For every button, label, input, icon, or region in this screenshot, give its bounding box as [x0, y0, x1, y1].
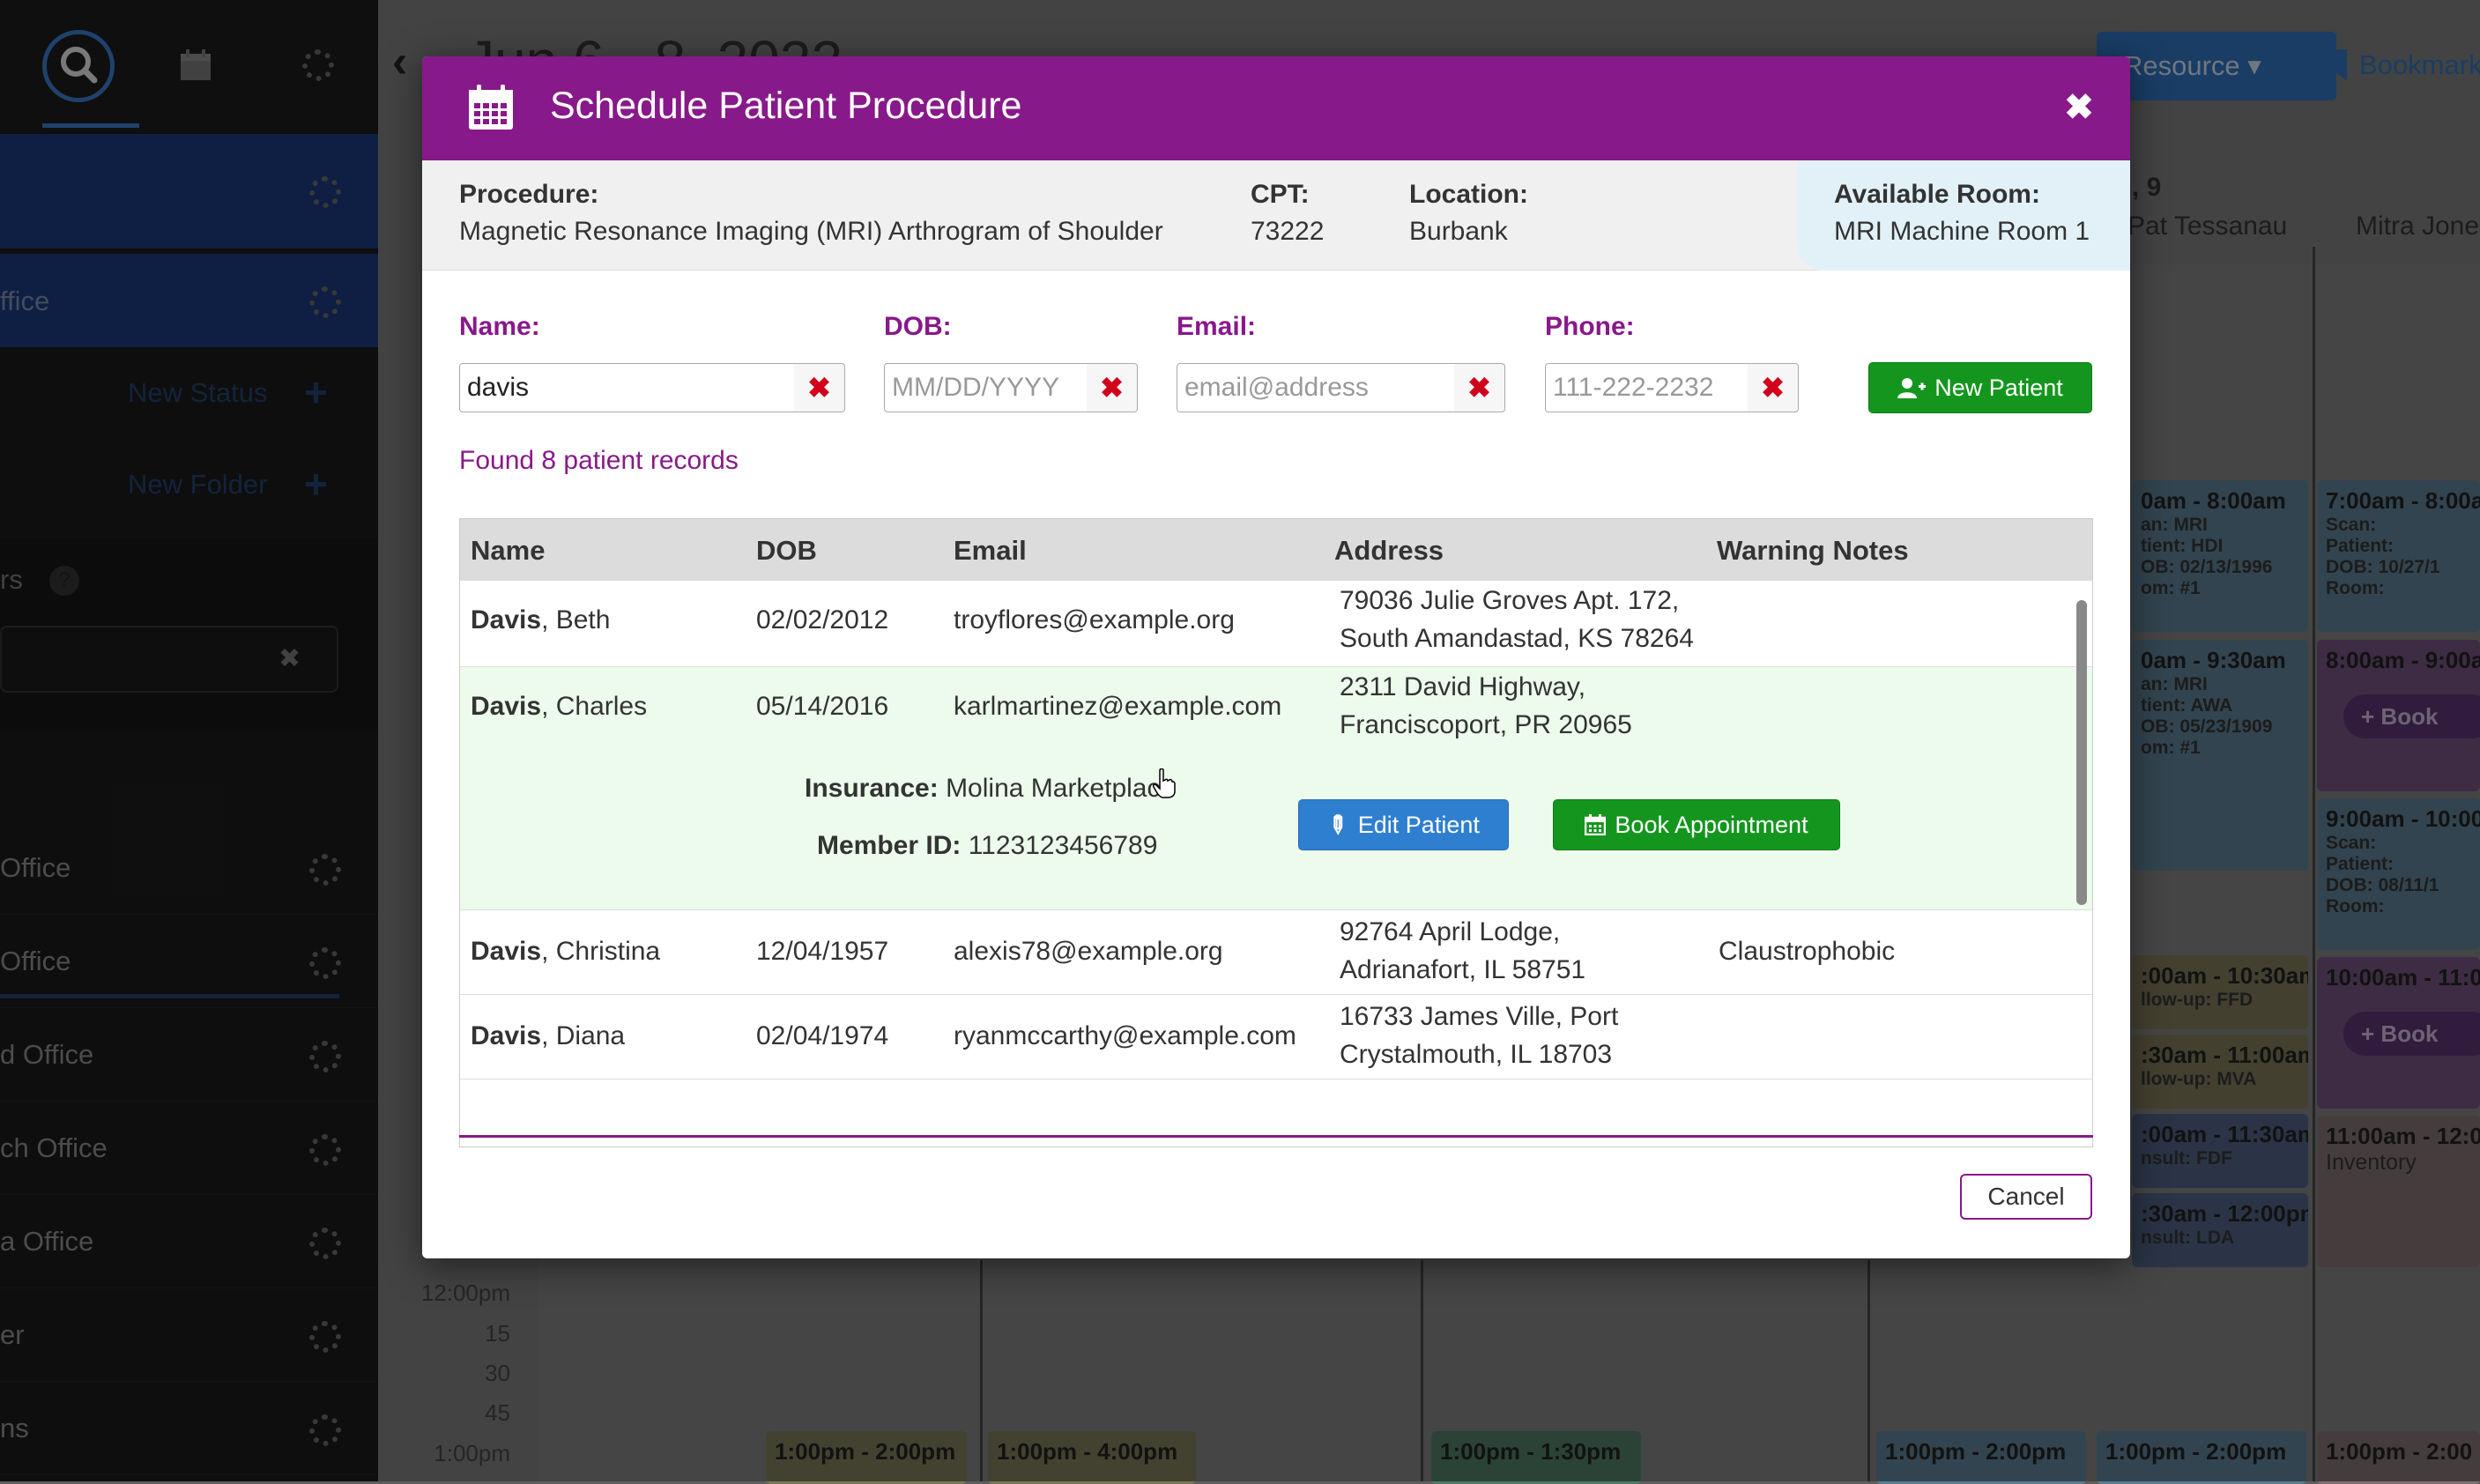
- modal-header: Schedule Patient Procedure ✖: [422, 56, 2130, 160]
- column-header-address: Address: [1334, 535, 1444, 566]
- patient-email: karlmartinez@example.com: [954, 692, 1282, 721]
- patient-name: Davis, Beth: [471, 605, 611, 634]
- table-row[interactable]: Davis, Beth 02/02/2012 troyflores@exampl…: [460, 581, 2092, 667]
- column-header-warning: Warning Notes: [1717, 535, 1909, 566]
- dob-input[interactable]: [884, 363, 1088, 412]
- location-label: Location:: [1409, 180, 1528, 209]
- patient-dob: 02/02/2012: [756, 605, 889, 634]
- patient-address-line2: South Amandastad, KS 78264: [1340, 624, 1694, 653]
- table-row[interactable]: Davis, Diana 02/04/1974 ryanmccarthy@exa…: [460, 995, 2092, 1080]
- patient-address-line2: Crystalmouth, IL 18703: [1340, 1040, 1613, 1069]
- edit-patient-label: Edit Patient: [1357, 812, 1480, 838]
- edit-patient-button[interactable]: ✎ Edit Patient: [1298, 799, 1509, 850]
- book-appointment-button[interactable]: Book Appointment: [1553, 799, 1840, 850]
- insurance-info: Insurance: Molina Marketplace: [805, 774, 1175, 804]
- clear-email-button[interactable]: ✖: [1454, 363, 1505, 412]
- procedure-value: Magnetic Resonance Imaging (MRI) Arthrog…: [459, 217, 1163, 246]
- found-records-text: Found 8 patient records: [459, 446, 739, 475]
- patient-address-line1: 79036 Julie Groves Apt. 172,: [1340, 586, 1680, 615]
- patient-warning: Claustrophobic: [1719, 937, 1896, 966]
- member-id-label: Member ID:: [817, 831, 962, 860]
- patient-email: ryanmccarthy@example.com: [954, 1021, 1296, 1050]
- table-header: Name DOB Email Address Warning Notes: [460, 519, 2092, 581]
- available-room-label: Available Room:: [1834, 180, 2040, 209]
- procedure-info-bar: Procedure: Magnetic Resonance Imaging (M…: [422, 160, 2130, 271]
- name-input[interactable]: [459, 363, 795, 412]
- member-id-value: 1123123456789: [968, 831, 1158, 860]
- name-label: Name:: [459, 312, 540, 341]
- patient-address-line2: Franciscoport, PR 20965: [1340, 710, 1632, 739]
- patient-dob: 05/14/2016: [756, 692, 889, 721]
- patient-address-line1: 2311 David Highway,: [1340, 672, 1586, 701]
- insurance-label: Insurance:: [805, 774, 939, 803]
- cpt-value: 73222: [1251, 217, 1325, 246]
- column-header-name: Name: [471, 535, 546, 566]
- user-plus-icon: [1897, 378, 1927, 398]
- patient-address-line1: 92764 April Lodge,: [1340, 917, 1561, 946]
- available-room-value: MRI Machine Room 1: [1834, 217, 2090, 246]
- clear-name-button[interactable]: ✖: [794, 363, 845, 412]
- footer-divider: [459, 1135, 2093, 1138]
- patient-results-table: Name DOB Email Address Warning Notes Dav…: [459, 518, 2093, 1147]
- new-patient-button[interactable]: New Patient: [1868, 362, 2092, 413]
- hand-cursor-icon: [1153, 768, 1176, 798]
- dob-label: DOB:: [884, 312, 952, 341]
- cancel-button[interactable]: Cancel: [1960, 1174, 2092, 1220]
- patient-email: alexis78@example.org: [954, 937, 1223, 966]
- phone-label: Phone:: [1545, 312, 1635, 341]
- cpt-label: CPT:: [1251, 180, 1310, 209]
- email-input[interactable]: [1177, 363, 1455, 412]
- close-icon[interactable]: ✖: [2063, 90, 2095, 125]
- procedure-label: Procedure:: [459, 180, 599, 209]
- schedule-procedure-modal: Schedule Patient Procedure ✖ Procedure: …: [422, 56, 2130, 1258]
- patient-name: Davis, Diana: [471, 1021, 626, 1050]
- available-room-box: Available Room: MRI Machine Room 1: [1797, 160, 2130, 271]
- column-header-dob: DOB: [756, 535, 817, 566]
- patient-address-line1: 16733 James Ville, Port: [1340, 1002, 1619, 1031]
- pencil-icon: ✎: [1320, 808, 1355, 842]
- table-scrollbar-thumb[interactable]: [2076, 600, 2087, 905]
- email-label: Email:: [1177, 312, 1257, 341]
- clear-dob-button[interactable]: ✖: [1087, 363, 1138, 412]
- patient-name: Davis, Christina: [471, 937, 661, 966]
- patient-name: Davis, Charles: [471, 692, 648, 721]
- insurance-value: Molina Marketplace: [946, 774, 1176, 803]
- clear-phone-button[interactable]: ✖: [1748, 363, 1799, 412]
- patient-address-line2: Adrianafort, IL 58751: [1340, 955, 1586, 984]
- table-row[interactable]: Davis, Christina 12/04/1957 alexis78@exa…: [460, 910, 2092, 995]
- new-patient-label: New Patient: [1934, 375, 2063, 401]
- patient-dob: 12/04/1957: [756, 937, 889, 966]
- column-header-email: Email: [954, 535, 1027, 566]
- modal-title: Schedule Patient Procedure: [550, 85, 1022, 127]
- patient-dob: 02/04/1974: [756, 1021, 889, 1050]
- member-id-info: Member ID: 1123123456789: [817, 831, 1157, 861]
- table-row-expanded[interactable]: Davis, Charles 05/14/2016 karlmartinez@e…: [460, 667, 2092, 910]
- patient-email: troyflores@example.org: [954, 605, 1235, 634]
- phone-input[interactable]: [1545, 363, 1749, 412]
- calendar-icon: [466, 83, 516, 132]
- calendar-icon: [1585, 814, 1607, 836]
- book-appointment-label: Book Appointment: [1615, 812, 1808, 838]
- location-value: Burbank: [1409, 217, 1508, 246]
